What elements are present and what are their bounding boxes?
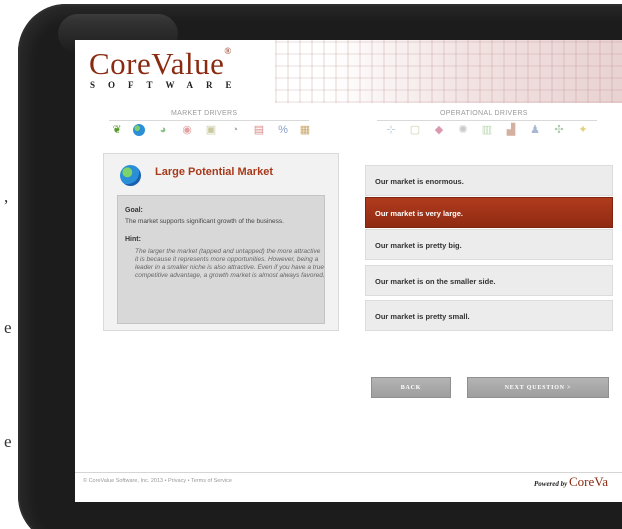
- next-question-button[interactable]: NEXT QUESTION >: [467, 377, 609, 398]
- footer-copyright: © CoreValue Software, Inc. 2013 • Privac…: [83, 478, 232, 484]
- factory-icon[interactable]: ▟: [505, 124, 517, 136]
- cropped-text-fragment: ,: [4, 187, 9, 206]
- plant-icon[interactable]: ❦: [111, 124, 123, 136]
- answer-option[interactable]: Our market is enormous.: [365, 165, 613, 196]
- photo-frame: , e e CoreValue® SOFTWARE MARKET DRIVERS…: [0, 0, 622, 529]
- market-drivers-divider: [109, 120, 309, 121]
- goal-hint-box: Goal: The market supports significant gr…: [117, 195, 325, 324]
- tablet-screen: CoreValue® SOFTWARE MARKET DRIVERS OPERA…: [75, 40, 622, 502]
- hint-text: The larger the market (tapped and untapp…: [135, 248, 325, 279]
- cropped-text-fragment: e: [4, 318, 12, 337]
- answer-option-selected[interactable]: Our market is very large.: [365, 197, 613, 228]
- gear-icon[interactable]: ✺: [457, 124, 469, 136]
- goal-label: Goal:: [125, 207, 143, 214]
- answer-option[interactable]: Our market is pretty big.: [365, 229, 613, 260]
- cropped-text-fragment: e: [4, 432, 12, 451]
- app-header: CoreValue® SOFTWARE: [75, 40, 622, 103]
- network-icon[interactable]: ✣: [553, 124, 565, 136]
- globe-icon[interactable]: [133, 124, 145, 136]
- hint-label: Hint:: [125, 236, 141, 243]
- clock-icon[interactable]: ◔: [229, 124, 241, 136]
- operational-drivers-divider: [377, 120, 597, 121]
- pie-chart-icon[interactable]: ◕: [157, 124, 169, 136]
- brand-logo[interactable]: CoreValue®: [89, 46, 232, 82]
- goal-text: The market supports significant growth o…: [125, 218, 284, 225]
- header-pattern: [275, 40, 622, 103]
- operational-drivers-label: OPERATIONAL DRIVERS: [440, 110, 528, 117]
- calendar-icon[interactable]: ▤: [253, 124, 265, 136]
- document-icon[interactable]: ▢: [409, 124, 421, 136]
- tag-icon[interactable]: ◆: [433, 124, 445, 136]
- globe-icon: [120, 165, 141, 186]
- lightbulb-icon[interactable]: ✦: [577, 124, 589, 136]
- footer-brand-logo[interactable]: CoreVa: [569, 474, 608, 489]
- footer-divider: [75, 472, 622, 473]
- target-icon[interactable]: ◉: [181, 124, 193, 136]
- logo-subtitle: SOFTWARE: [90, 80, 245, 90]
- logo-trademark: ®: [224, 46, 232, 56]
- clipboard-icon[interactable]: ▥: [481, 124, 493, 136]
- powered-by-label: Powered by: [534, 480, 568, 488]
- percent-icon[interactable]: %: [277, 124, 289, 136]
- process-icon[interactable]: ⊹: [385, 124, 397, 136]
- answer-option[interactable]: Our market is on the smaller side.: [365, 265, 613, 296]
- people-icon[interactable]: ♟: [529, 124, 541, 136]
- question-title: Large Potential Market: [155, 166, 273, 178]
- powered-by: Powered by CoreVa: [534, 474, 608, 490]
- lock-icon[interactable]: ▣: [205, 124, 217, 136]
- market-drivers-label: MARKET DRIVERS: [171, 110, 238, 117]
- logo-wordmark: CoreValue: [89, 46, 225, 81]
- back-button[interactable]: BACK: [371, 377, 451, 398]
- grid-chart-icon[interactable]: ▦: [299, 124, 311, 136]
- answer-option[interactable]: Our market is pretty small.: [365, 300, 613, 331]
